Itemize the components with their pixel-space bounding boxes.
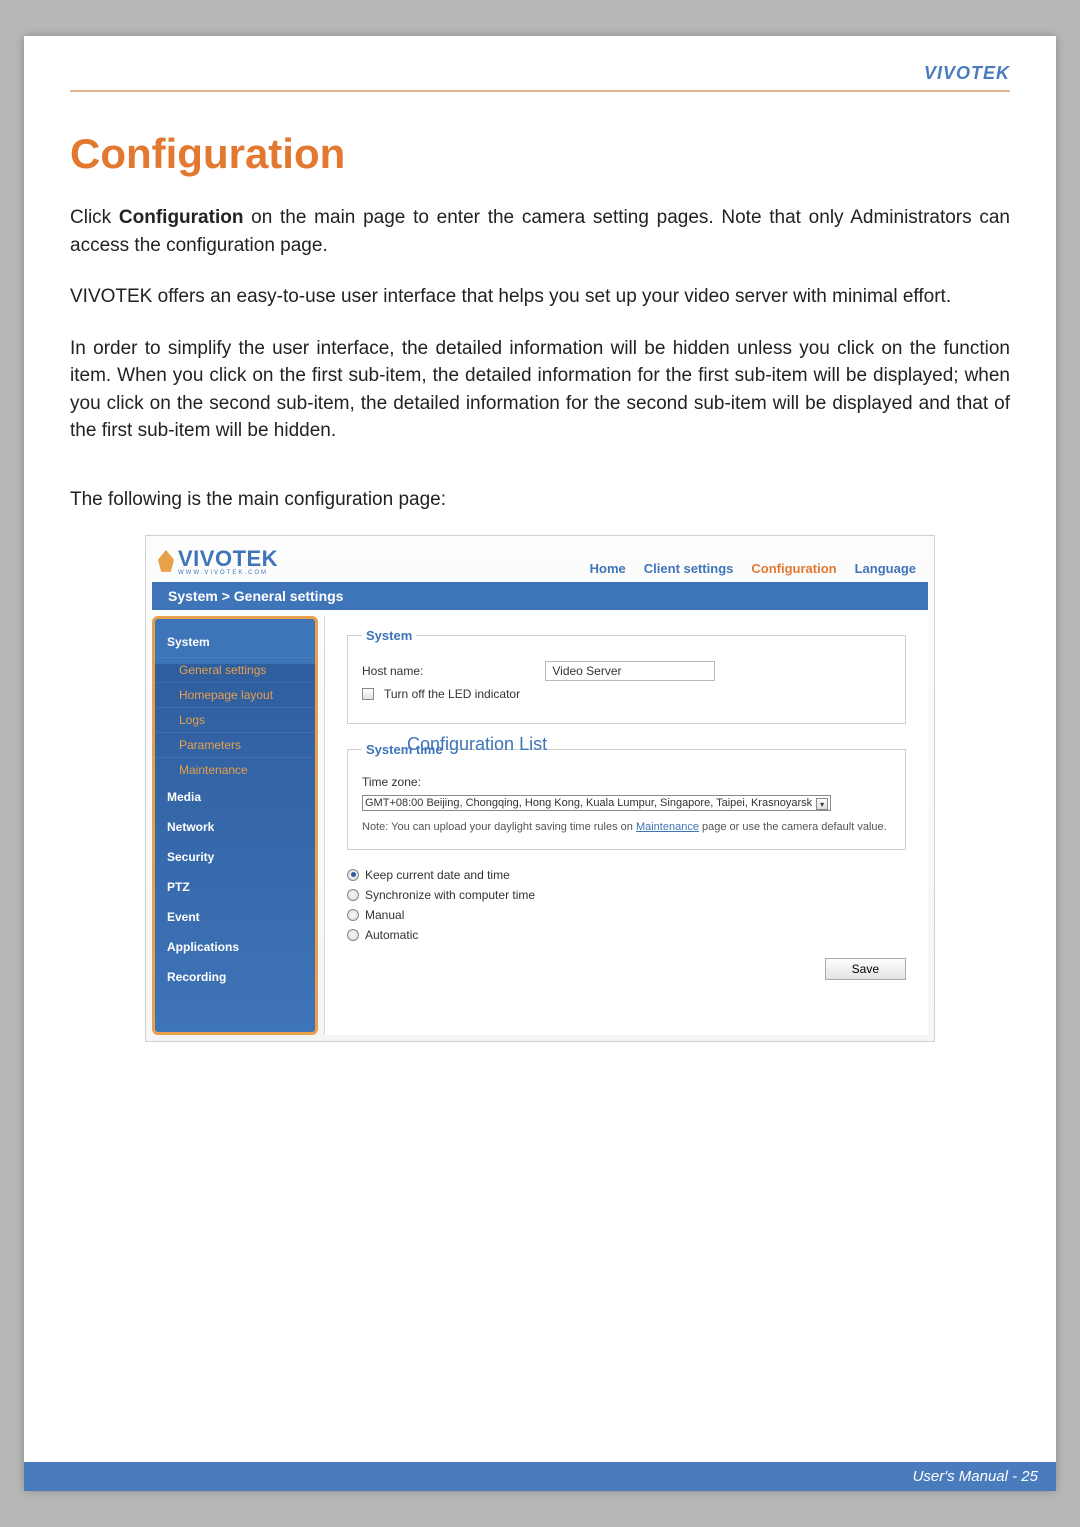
p1-bold: Configuration [119, 207, 244, 228]
logo-mark-icon [158, 550, 174, 572]
sidebar-item-maintenance[interactable]: Maintenance [155, 757, 315, 782]
timezone-value: GMT+08:00 Beijing, Chongqing, Hong Kong,… [365, 797, 812, 809]
nav-language[interactable]: Language [855, 561, 916, 576]
p1-pre: Click [70, 207, 119, 228]
document-page: VIVOTEK Configuration Click Configuratio… [24, 36, 1056, 1491]
intro-paragraph-1: Click Configuration on the main page to … [70, 204, 1010, 259]
note-pre: Note: You can upload your daylight savin… [362, 821, 636, 833]
logo-subtext: WWW.VIVOTEK.COM [178, 570, 278, 576]
timezone-label: Time zone: [362, 775, 421, 789]
brand-top: VIVOTEK [924, 63, 1010, 84]
sidebar-item-system[interactable]: System [155, 627, 315, 657]
sidebar-item-recording[interactable]: Recording [155, 962, 315, 992]
page-header: VIVOTEK [70, 36, 1010, 92]
chevron-down-icon: ▾ [816, 798, 828, 810]
screenshot-topbar: VIVOTEK WWW.VIVOTEK.COM Home Client sett… [146, 536, 934, 582]
radio-icon [347, 929, 359, 941]
system-fieldset: System Host name: Video Server Turn off … [347, 628, 906, 724]
radio-icon [347, 889, 359, 901]
logo-word: VIVOTEK [178, 546, 278, 572]
sidebar-item-homepage-layout[interactable]: Homepage layout [155, 682, 315, 707]
radio-label: Keep current date and time [365, 868, 510, 882]
page-title: Configuration [70, 130, 1010, 178]
nav-client-settings[interactable]: Client settings [644, 561, 734, 576]
sidebar-item-logs[interactable]: Logs [155, 707, 315, 732]
main-panel: System Host name: Video Server Turn off … [324, 616, 928, 1035]
nav-configuration[interactable]: Configuration [751, 561, 836, 576]
note-post: page or use the camera default value. [699, 821, 887, 833]
maintenance-link[interactable]: Maintenance [636, 821, 699, 833]
radio-label: Automatic [365, 928, 418, 942]
timezone-select[interactable]: GMT+08:00 Beijing, Chongqing, Hong Kong,… [362, 795, 831, 811]
sidebar-item-applications[interactable]: Applications [155, 932, 315, 962]
sidebar-item-parameters[interactable]: Parameters [155, 732, 315, 757]
sidebar-item-general-settings[interactable]: General settings [155, 657, 315, 682]
radio-icon [347, 909, 359, 921]
radio-label: Manual [365, 908, 404, 922]
radio-keep-current[interactable]: Keep current date and time [347, 868, 906, 882]
top-nav: Home Client settings Configuration Langu… [590, 561, 916, 576]
vivotek-logo: VIVOTEK WWW.VIVOTEK.COM [158, 546, 278, 576]
config-screenshot: VIVOTEK WWW.VIVOTEK.COM Home Client sett… [145, 535, 935, 1042]
intro-paragraph-3: In order to simplify the user interface,… [70, 335, 1010, 445]
led-label: Turn off the LED indicator [384, 687, 520, 701]
sidebar-item-network[interactable]: Network [155, 812, 315, 842]
sidebar-item-security[interactable]: Security [155, 842, 315, 872]
system-time-fieldset: System time Time zone: GMT+08:00 Beijing… [347, 742, 906, 850]
screenshot-body: System General settings Homepage layout … [146, 610, 934, 1041]
led-checkbox[interactable] [362, 688, 374, 700]
nav-home[interactable]: Home [590, 561, 626, 576]
intro-paragraph-2: VIVOTEK offers an easy-to-use user inter… [70, 283, 1010, 311]
radio-icon [347, 869, 359, 881]
timezone-note: Note: You can upload your daylight savin… [362, 821, 891, 833]
radio-sync-computer[interactable]: Synchronize with computer time [347, 888, 906, 902]
host-name-label: Host name: [362, 664, 423, 678]
config-sidebar: System General settings Homepage layout … [152, 616, 318, 1035]
sidebar-item-media[interactable]: Media [155, 782, 315, 812]
system-time-legend: System time [362, 742, 447, 757]
footer-text: User's Manual - 25 [913, 1468, 1038, 1485]
breadcrumb: System > General settings [152, 582, 928, 610]
sidebar-item-ptz[interactable]: PTZ [155, 872, 315, 902]
host-name-input[interactable]: Video Server [545, 661, 715, 681]
radio-label: Synchronize with computer time [365, 888, 535, 902]
radio-automatic[interactable]: Automatic [347, 928, 906, 942]
page-footer: User's Manual - 25 [24, 1462, 1056, 1491]
save-button[interactable]: Save [825, 958, 906, 980]
sidebar-item-event[interactable]: Event [155, 902, 315, 932]
radio-manual[interactable]: Manual [347, 908, 906, 922]
screenshot-caption: The following is the main configuration … [70, 489, 1010, 511]
system-legend: System [362, 628, 416, 643]
